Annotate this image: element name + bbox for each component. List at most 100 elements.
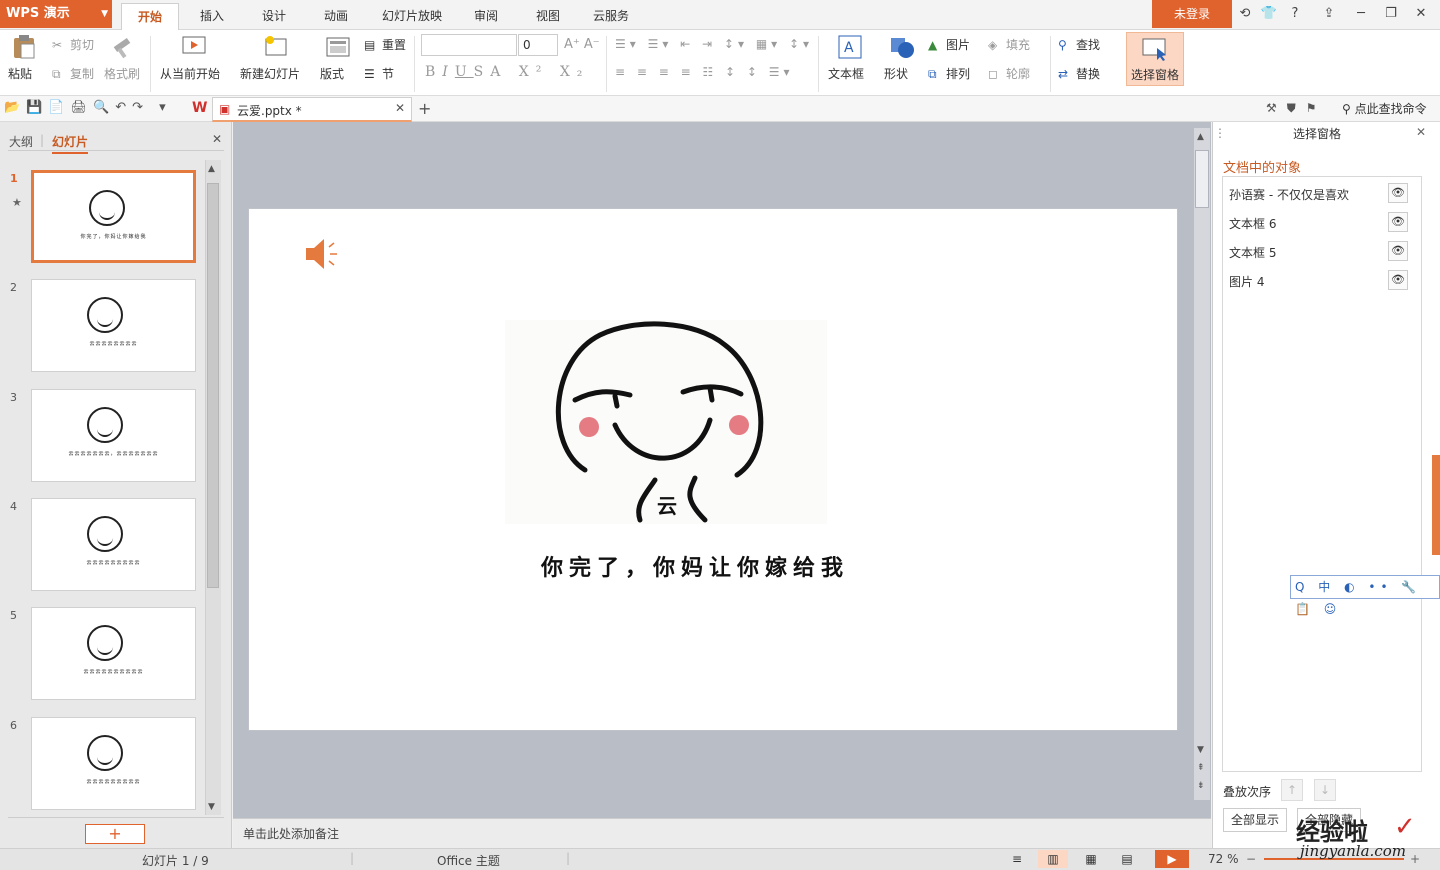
notes-area[interactable]: 单击此处添加备注 bbox=[233, 818, 1211, 848]
slide-panel-scroll-thumb[interactable] bbox=[207, 183, 219, 588]
next-slide-icon[interactable]: ⇟ bbox=[1197, 781, 1205, 791]
replace-label: 替换 bbox=[1076, 67, 1101, 81]
zoom-out-icon[interactable]: − bbox=[1246, 852, 1256, 866]
slide-thumbnail[interactable]: 3 云云云云云云云，云云云云云云云 bbox=[8, 389, 198, 485]
layout-label[interactable]: 版式 bbox=[320, 65, 344, 82]
selection-pane-button[interactable]: 选择窗格 bbox=[1126, 32, 1184, 86]
reading-view-icon[interactable]: ▤ bbox=[1116, 850, 1138, 868]
object-row[interactable]: 文本框 6 👁 bbox=[1224, 209, 1420, 235]
eye-icon[interactable]: 👁 bbox=[1388, 183, 1408, 203]
textbox-button[interactable]: A bbox=[836, 34, 864, 62]
sync-icon[interactable]: ⟲ bbox=[1234, 4, 1256, 24]
tab-slideshow[interactable]: 幻灯片放映 bbox=[374, 3, 450, 30]
eye-icon[interactable]: 👁 bbox=[1388, 241, 1408, 261]
outline-label: 轮廓 bbox=[1006, 67, 1031, 81]
tab-cloud[interactable]: 云服务 bbox=[584, 3, 638, 30]
restore-icon[interactable]: ❐ bbox=[1380, 4, 1402, 24]
tab-view[interactable]: 视图 bbox=[528, 3, 568, 30]
login-button[interactable]: 未登录 bbox=[1152, 0, 1232, 28]
slide-thumbnail[interactable]: 6 云云云云云云云云云 bbox=[8, 717, 198, 813]
font-style-icons[interactable]: BIUSA X² X₂ bbox=[425, 64, 589, 80]
close-pane-icon[interactable]: ✕ bbox=[1416, 125, 1426, 139]
format-painter-button[interactable] bbox=[108, 34, 136, 62]
move-down-button[interactable]: ↓ bbox=[1314, 779, 1336, 801]
move-up-button[interactable]: ↑ bbox=[1281, 779, 1303, 801]
eye-icon[interactable]: 👁 bbox=[1388, 212, 1408, 232]
reset-button[interactable]: ▤ 重置 bbox=[364, 36, 406, 54]
scroll-down-icon[interactable]: ▼ bbox=[208, 802, 215, 812]
slide-thumbnail[interactable]: 2 云云云云云云云云 bbox=[8, 279, 198, 375]
tab-review[interactable]: 审阅 bbox=[466, 3, 506, 30]
font-size-select[interactable]: 0 bbox=[518, 34, 558, 56]
sorter-view-icon[interactable]: ▦ bbox=[1080, 850, 1102, 868]
scroll-up-icon[interactable]: ▲ bbox=[1197, 132, 1204, 142]
play-slideshow-icon[interactable]: ▶ bbox=[1155, 850, 1189, 868]
slide-thumbnail[interactable]: 1 ★ 你完了，你妈让你嫁给我 bbox=[8, 170, 198, 266]
list-icons[interactable]: ☰▾ ☰▾ ⇤ ⇥ ↕▾ ▦▾ ↕▾ bbox=[615, 37, 813, 51]
upload-icon[interactable]: ⇪ bbox=[1318, 4, 1340, 24]
object-row[interactable]: 孙语赛 - 不仅仅是喜欢 👁 bbox=[1224, 180, 1420, 206]
right-qat-icons[interactable]: ⚒⛊⚑ bbox=[1266, 101, 1327, 116]
replace-button[interactable]: ⇄ 替换 bbox=[1058, 65, 1100, 83]
prev-slide-icon[interactable]: ⇞ bbox=[1197, 763, 1205, 773]
app-name: WPS 演示 bbox=[6, 6, 70, 21]
picture-label: 图片 bbox=[946, 38, 971, 52]
ime-toolbar[interactable]: Q 中 ◐ •• 🔧 📋 ☺ bbox=[1290, 575, 1440, 616]
normal-view-icon[interactable]: ▥ bbox=[1038, 850, 1068, 868]
audio-icon[interactable] bbox=[304, 236, 340, 272]
scroll-down-icon[interactable]: ▼ bbox=[1197, 745, 1204, 755]
tab-home[interactable]: 开始 bbox=[121, 3, 179, 30]
tab-design[interactable]: 设计 bbox=[252, 3, 296, 30]
zoom-level[interactable]: 72 % bbox=[1208, 852, 1239, 866]
canvas-scrollbar[interactable] bbox=[1194, 128, 1210, 800]
slide-thumbnail[interactable]: 5 云云云云云云云云云云 bbox=[8, 607, 198, 703]
notes-view-icon[interactable]: ≡ bbox=[1006, 850, 1028, 868]
from-current-label[interactable]: 从当前开始 bbox=[160, 65, 220, 82]
add-slide-button[interactable]: + bbox=[85, 824, 145, 844]
copy-button[interactable]: ⧉ 复制 bbox=[52, 65, 94, 83]
arrange-button[interactable]: ⧉ 排列 bbox=[928, 65, 970, 83]
skin-icon[interactable]: 👕 bbox=[1258, 4, 1280, 24]
shape-button[interactable] bbox=[888, 34, 916, 62]
slide-caption-text[interactable]: 你完了，你妈让你嫁给我 bbox=[505, 550, 885, 582]
command-search[interactable]: ⚲ 点此查找命令 bbox=[1342, 100, 1427, 117]
align-icons[interactable]: ≡ ≡ ≡ ≡ ☷ ↕ ↕ ☰▾ bbox=[615, 65, 794, 79]
tab-outline[interactable]: 大纲 bbox=[9, 133, 33, 150]
find-button[interactable]: ⚲ 查找 bbox=[1058, 36, 1100, 54]
show-all-button[interactable]: 全部显示 bbox=[1223, 808, 1287, 832]
section-button[interactable]: ☰ 节 bbox=[364, 65, 394, 83]
picture-button[interactable]: ▲ 图片 bbox=[928, 36, 970, 54]
object-row[interactable]: 文本框 5 👁 bbox=[1224, 238, 1420, 264]
fill-button[interactable]: ◈ 填充 bbox=[988, 36, 1030, 54]
help-icon[interactable]: ? bbox=[1284, 4, 1306, 24]
quick-access-icons[interactable]: 📂💾📄🖨🔍↶↷ ▾ bbox=[4, 100, 172, 115]
close-panel-icon[interactable]: ✕ bbox=[212, 132, 222, 146]
shape-label[interactable]: 形状 bbox=[884, 65, 908, 82]
new-slide-label[interactable]: 新建幻灯片 bbox=[240, 65, 300, 82]
tab-insert[interactable]: 插入 bbox=[190, 3, 234, 30]
scroll-up-icon[interactable]: ▲ bbox=[208, 164, 215, 174]
eye-icon[interactable]: 👁 bbox=[1388, 270, 1408, 290]
object-row[interactable]: 图片 4 👁 bbox=[1224, 267, 1420, 293]
font-name-select[interactable] bbox=[421, 34, 517, 56]
close-tab-icon[interactable]: ✕ bbox=[395, 101, 405, 115]
pane-grip-icon[interactable]: ⋮ bbox=[1214, 126, 1226, 140]
new-slide-button[interactable] bbox=[262, 34, 292, 62]
close-icon[interactable]: ✕ bbox=[1410, 4, 1432, 24]
app-menu-button[interactable]: WPS 演示 ▼ bbox=[0, 0, 112, 28]
cut-button[interactable]: ✂ 剪切 bbox=[52, 36, 94, 54]
side-accent-tab[interactable] bbox=[1432, 455, 1440, 555]
grow-font-icon[interactable]: A⁺ A⁻ bbox=[564, 37, 600, 52]
layout-button[interactable] bbox=[324, 34, 352, 62]
document-tab[interactable]: ▣ 云爱.pptx * ✕ bbox=[212, 97, 412, 122]
minimize-icon[interactable]: ─ bbox=[1350, 4, 1372, 24]
face-picture[interactable]: 云 bbox=[505, 320, 827, 524]
new-tab-icon[interactable]: + bbox=[418, 99, 431, 118]
tab-animation[interactable]: 动画 bbox=[314, 3, 358, 30]
zoom-in-icon[interactable]: + bbox=[1410, 852, 1420, 866]
textbox-label[interactable]: 文本框 bbox=[828, 65, 864, 82]
outline-button[interactable]: ◻ 轮廓 bbox=[988, 65, 1030, 83]
canvas-scroll-thumb[interactable] bbox=[1195, 150, 1209, 208]
from-current-button[interactable] bbox=[180, 34, 210, 62]
slide-thumbnail[interactable]: 4 云云云云云云云云云 bbox=[8, 498, 198, 594]
